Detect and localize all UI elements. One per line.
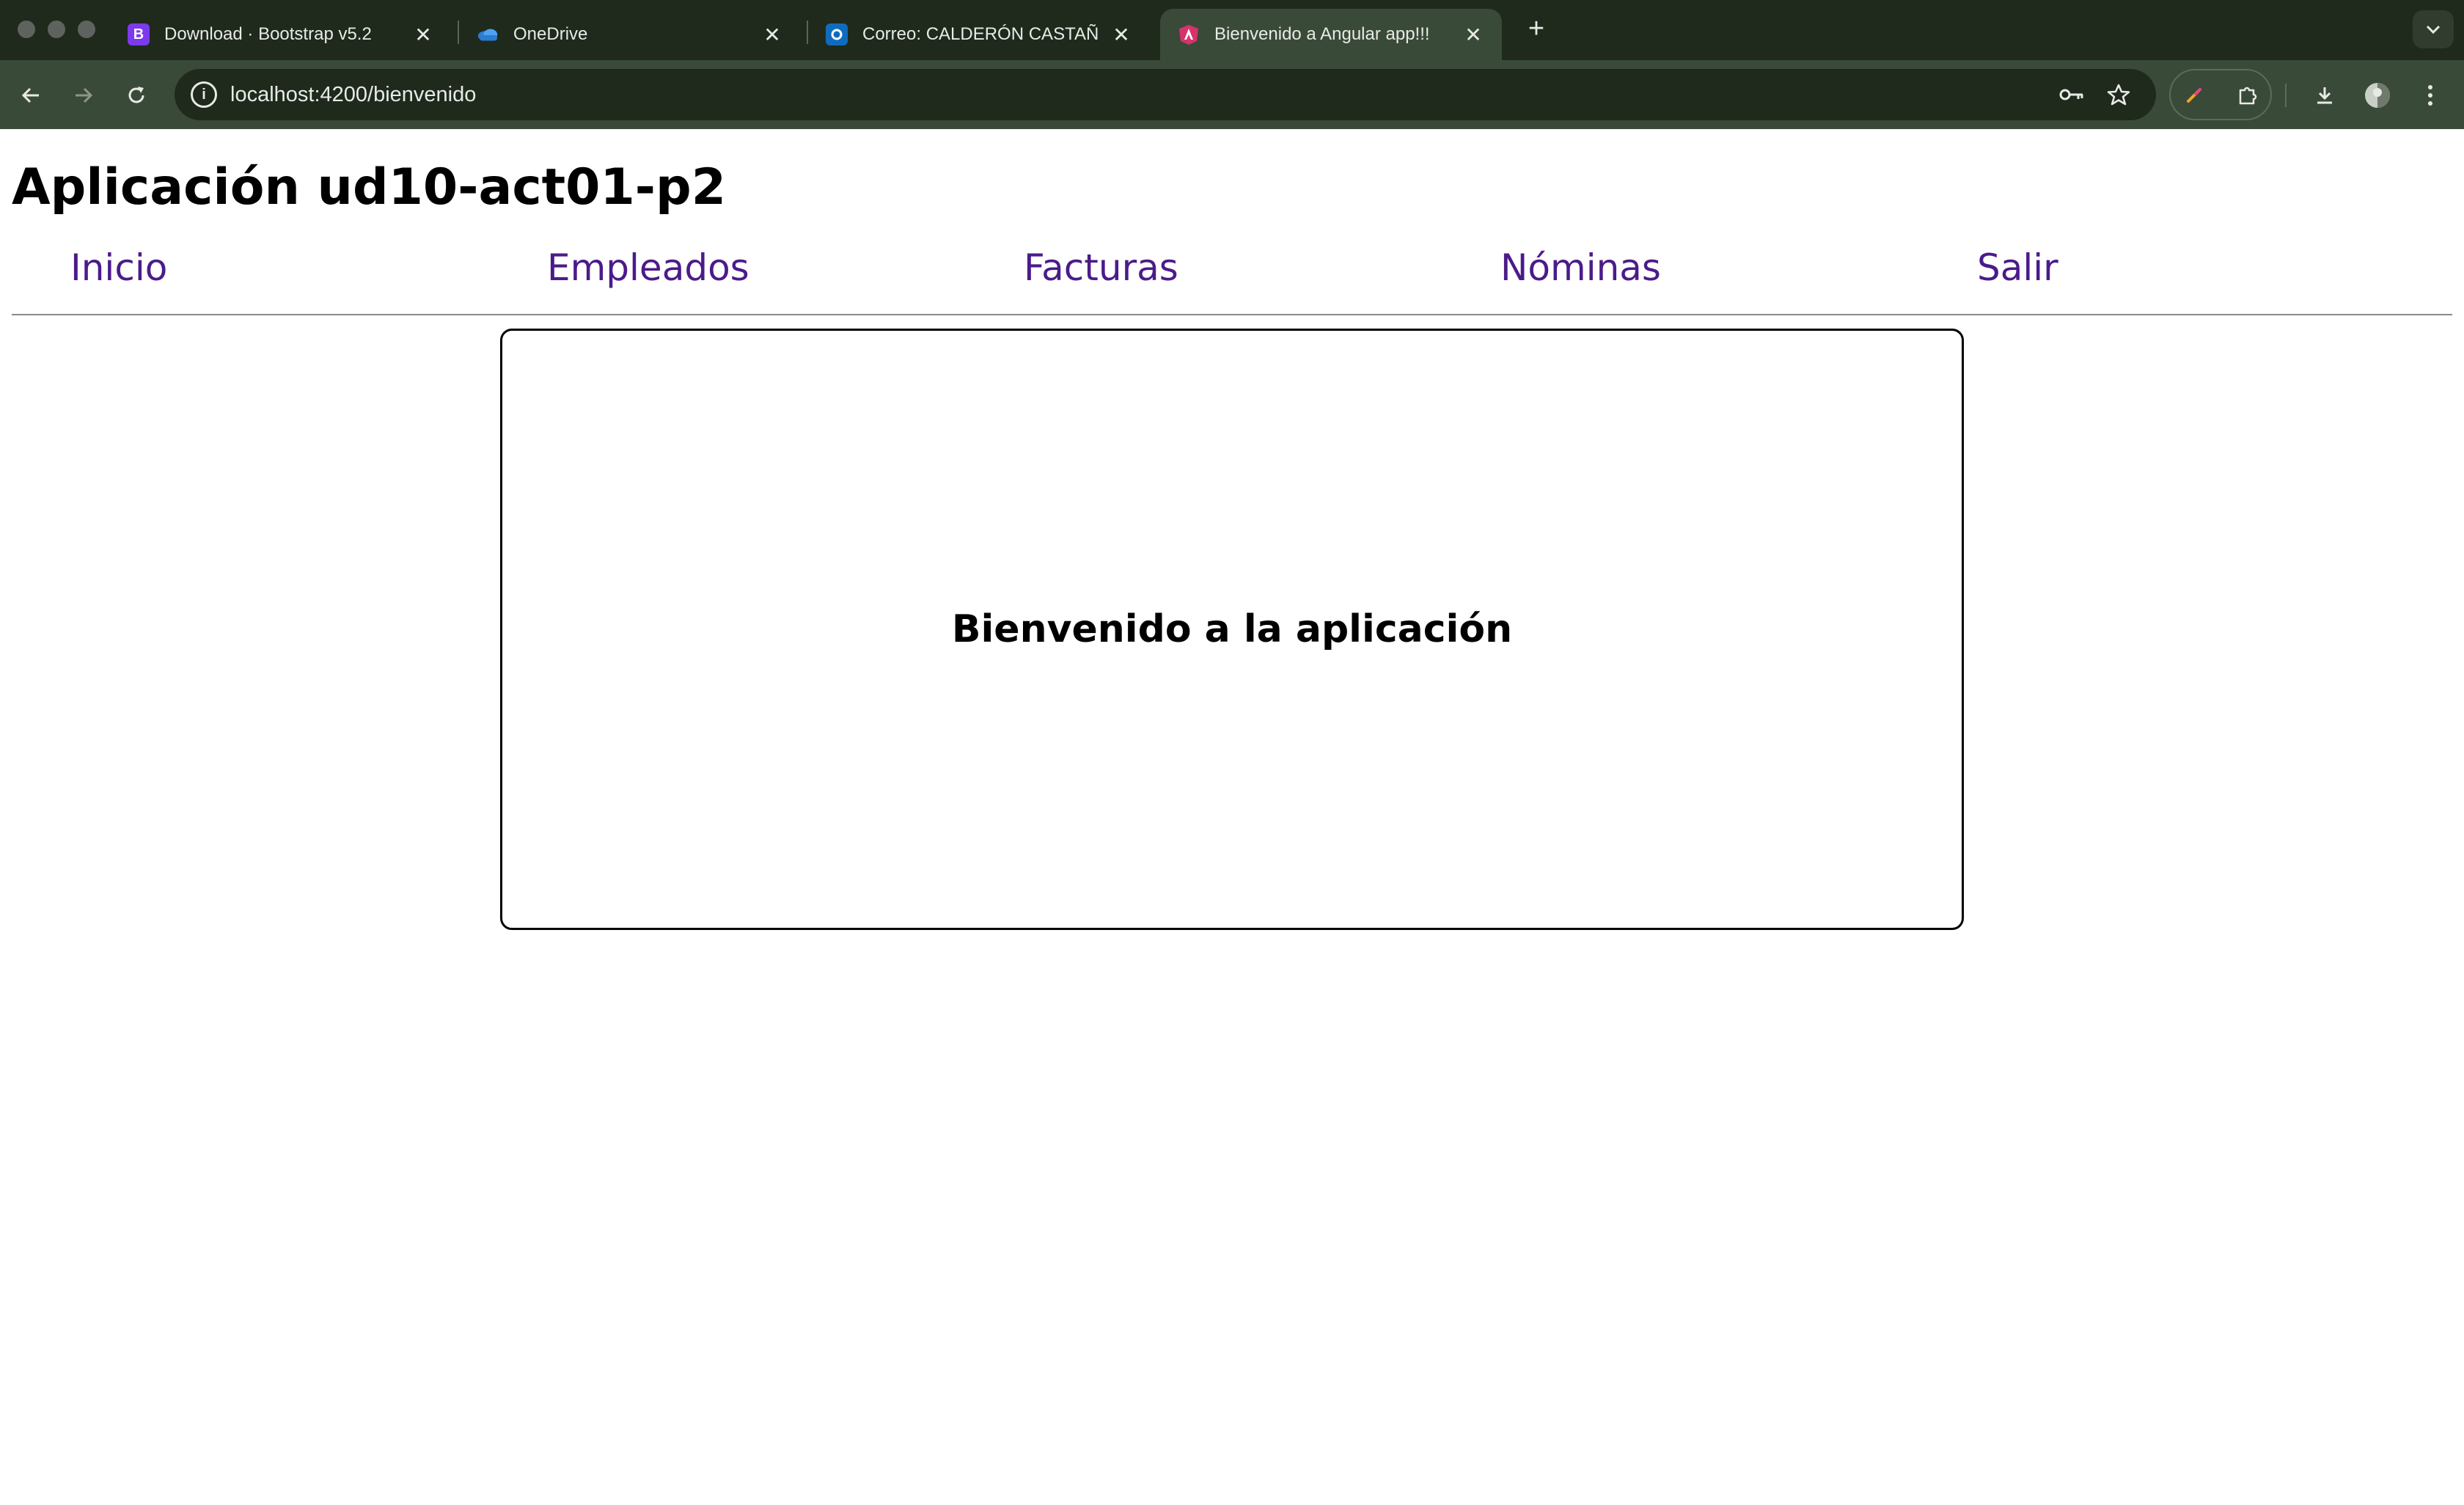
color-picker-extension-icon[interactable] bbox=[2174, 75, 2215, 116]
forward-button[interactable] bbox=[63, 75, 104, 116]
nav-link-nominas[interactable]: Nóminas bbox=[1500, 246, 1661, 289]
reload-button[interactable] bbox=[116, 75, 157, 116]
window-minimize-dot[interactable] bbox=[48, 21, 65, 38]
tab-bootstrap[interactable]: B Download · Bootstrap v5.2 ✕ bbox=[110, 9, 452, 60]
address-url[interactable]: localhost:4200/bienvenido bbox=[230, 69, 476, 120]
bookmark-star-icon[interactable] bbox=[2100, 76, 2137, 113]
bootstrap-icon: B bbox=[128, 23, 150, 45]
password-key-icon[interactable] bbox=[2053, 76, 2090, 113]
site-info-icon[interactable]: i bbox=[191, 81, 217, 108]
toolbar-divider bbox=[2285, 84, 2287, 107]
main-nav: Inicio Empleados Facturas Nóminas Salir bbox=[0, 246, 2464, 305]
angular-icon bbox=[1178, 23, 1200, 45]
tab-title: OneDrive bbox=[513, 24, 588, 44]
window-zoom-dot[interactable] bbox=[78, 21, 95, 38]
download-icon[interactable] bbox=[2304, 75, 2345, 116]
nav-link-empleados[interactable]: Empleados bbox=[547, 246, 749, 289]
nav-divider bbox=[12, 314, 2452, 315]
nav-link-salir[interactable]: Salir bbox=[1977, 246, 2058, 289]
tab-angular-app[interactable]: Bienvenido a Angular app!!! ✕ bbox=[1160, 9, 1502, 60]
nav-link-facturas[interactable]: Facturas bbox=[1024, 246, 1178, 289]
page-viewport: Aplicación ud10-act01-p2 Inicio Empleado… bbox=[0, 129, 2464, 1505]
tab-title: Download · Bootstrap v5.2 bbox=[164, 24, 372, 44]
tab-title: Correo: CALDERÓN CASTAÑO bbox=[862, 24, 1099, 44]
close-icon[interactable]: ✕ bbox=[1110, 23, 1132, 47]
chevron-down-icon bbox=[2426, 25, 2441, 34]
onedrive-cloud-icon bbox=[477, 23, 499, 45]
back-button[interactable] bbox=[10, 75, 51, 116]
window-close-dot[interactable] bbox=[18, 21, 35, 38]
page-title: Aplicación ud10-act01-p2 bbox=[12, 158, 727, 216]
tab-title: Bienvenido a Angular app!!! bbox=[1214, 24, 1430, 44]
outlook-icon bbox=[826, 23, 848, 45]
browser-toolbar: i localhost:4200/bienvenido bbox=[0, 60, 2464, 129]
puzzle-extensions-icon[interactable] bbox=[2226, 75, 2267, 116]
new-tab-button[interactable]: + bbox=[1518, 10, 1555, 47]
tab-search-button[interactable] bbox=[2413, 10, 2454, 48]
arrow-right-icon bbox=[76, 87, 93, 103]
tab-outlook[interactable]: Correo: CALDERÓN CASTAÑO ✕ bbox=[808, 9, 1150, 60]
close-icon[interactable]: ✕ bbox=[761, 23, 783, 47]
welcome-card: Bienvenido a la aplicación bbox=[500, 329, 1964, 930]
arrow-left-icon bbox=[21, 87, 39, 103]
nav-link-inicio[interactable]: Inicio bbox=[70, 246, 167, 289]
reload-icon bbox=[128, 87, 144, 103]
browser-tabstrip: B Download · Bootstrap v5.2 ✕ OneDrive ✕… bbox=[0, 0, 2464, 60]
tab-onedrive[interactable]: OneDrive ✕ bbox=[459, 9, 801, 60]
welcome-message: Bienvenido a la aplicación bbox=[951, 607, 1513, 651]
close-icon[interactable]: ✕ bbox=[1462, 23, 1484, 47]
more-menu-icon[interactable] bbox=[2410, 75, 2451, 116]
close-icon[interactable]: ✕ bbox=[412, 23, 434, 47]
address-bar[interactable]: i localhost:4200/bienvenido bbox=[175, 69, 2156, 120]
profile-avatar-icon[interactable] bbox=[2357, 75, 2398, 116]
